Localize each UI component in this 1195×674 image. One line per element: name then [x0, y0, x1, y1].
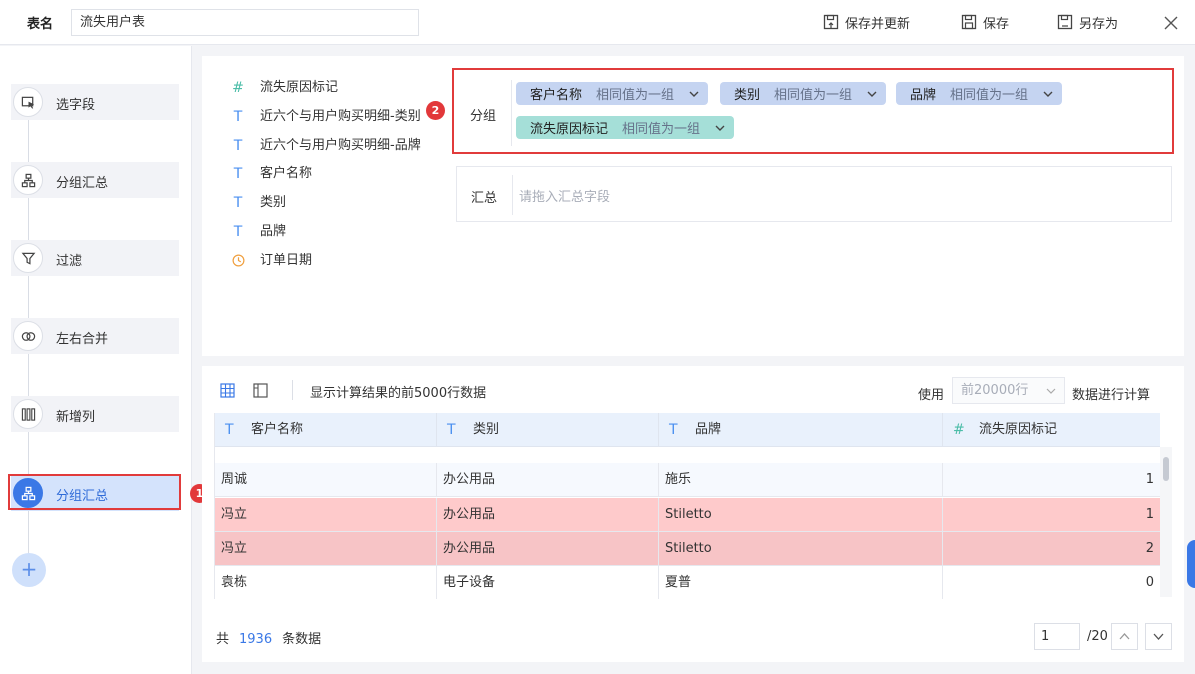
table-header: T 客户名称 T 类别 T 品牌 # 流失原因标记 [215, 413, 1160, 447]
panel-view-icon[interactable] [253, 383, 268, 398]
text-type-icon: T [225, 422, 234, 438]
column-header[interactable]: T 客户名称 [215, 413, 437, 447]
step-select-fields[interactable]: 选字段 [11, 84, 179, 120]
step-add-column[interactable]: 新增列 [11, 396, 179, 432]
annotation-highlight-box [8, 474, 181, 510]
group-summary-icon [13, 165, 43, 195]
use-label: 使用 [918, 388, 945, 403]
text-type-icon: T [233, 108, 243, 125]
select-field-icon [13, 87, 43, 117]
save-and-update-button[interactable]: 保存并更新 [823, 12, 910, 32]
table-row[interactable]: 袁栋 电子设备 夏普 0 [215, 566, 1160, 599]
next-page-button[interactable] [1145, 623, 1172, 650]
step-label: 分组汇总 [56, 176, 109, 191]
chevron-up-icon [1119, 633, 1130, 640]
summary-label: 汇总 [471, 191, 498, 206]
step-rail: 选字段 分组汇总 过滤 左右合并 新增列 分组汇总 1 + [0, 46, 209, 674]
step-label: 新增列 [56, 410, 96, 425]
table-name-input[interactable]: 流失用户表 [71, 9, 419, 36]
number-type-icon: # [953, 422, 965, 438]
save-button[interactable]: 保存 [961, 12, 1009, 32]
plus-icon: + [20, 557, 38, 581]
row-limit-select[interactable]: 前20000行 [952, 377, 1065, 404]
table-row[interactable]: 周诚 办公用品 施乐 1 [215, 463, 1160, 497]
save-as-button[interactable]: 另存为 [1057, 12, 1118, 32]
table-row-highlighted[interactable]: 冯立 办公用品 Stiletto 1 [215, 498, 1160, 532]
field-list: # 流失原因标记 T 近六个与用户购买明细-类别 T 近六个与用户购买明细-品牌 T客… [202, 74, 442, 276]
table-row-highlighted[interactable]: 冯立 办公用品 Stiletto 2 [215, 532, 1160, 566]
field-item[interactable]: T 品牌 [202, 218, 442, 247]
step-filter[interactable]: 过滤 [11, 240, 179, 276]
total-count-value: 1936 [239, 632, 273, 647]
save-and-update-label: 保存并更新 [845, 16, 911, 32]
field-item[interactable]: T 近六个与用户购买明细-品牌 [202, 132, 442, 161]
column-header[interactable]: T 品牌 [659, 413, 943, 447]
scrollbar-thumb[interactable] [1163, 457, 1169, 481]
close-icon[interactable] [1163, 15, 1179, 31]
text-type-icon: T [233, 195, 243, 212]
chevron-down-icon [1046, 388, 1056, 394]
summary-placeholder: 请拖入汇总字段 [519, 190, 611, 205]
save-as-label: 另存为 [1079, 16, 1119, 32]
text-type-icon: T [669, 422, 678, 438]
preview-panel: 显示计算结果的前5000行数据 使用 前20000行 数据进行计算 T 客户名称 … [202, 366, 1184, 662]
add-step-button[interactable]: + [12, 553, 46, 587]
annotation-highlight-box [452, 68, 1174, 154]
page-input[interactable]: 1 [1034, 623, 1080, 650]
step-merge[interactable]: 左右合并 [11, 318, 179, 354]
field-item[interactable]: 订单日期 [202, 247, 442, 276]
step-group-summary[interactable]: 分组汇总 [11, 162, 179, 198]
clock-icon [230, 247, 246, 276]
field-item[interactable]: # 流失原因标记 [202, 74, 442, 103]
config-panel: # 流失原因标记 T 近六个与用户购买明细-类别 T 近六个与用户购买明细-品牌 T客… [202, 56, 1184, 356]
column-header[interactable]: T 类别 [437, 413, 659, 447]
filter-icon [13, 243, 43, 273]
text-type-icon: T [233, 223, 243, 240]
save-label: 保存 [983, 16, 1010, 32]
save-update-icon [823, 14, 839, 30]
text-type-icon: T [447, 422, 456, 438]
field-item[interactable]: T 客户名称 [202, 160, 442, 189]
text-type-icon: T [233, 137, 243, 154]
merge-icon [13, 321, 43, 351]
table-name-label: 表名 [27, 17, 54, 32]
text-type-icon: T [233, 166, 243, 183]
add-column-icon [13, 399, 43, 429]
field-item[interactable]: T 类别 [202, 189, 442, 218]
step-label: 过滤 [56, 254, 83, 269]
chevron-down-icon [1153, 633, 1164, 640]
total-count: 共 1936 条数据 [216, 632, 322, 647]
number-type-icon: # [232, 80, 244, 96]
step-label: 左右合并 [56, 332, 109, 347]
table-scrollbar[interactable] [1160, 447, 1172, 597]
field-item[interactable]: T 近六个与用户购买明细-类别 [202, 103, 442, 132]
grid-view-icon[interactable] [220, 383, 235, 398]
summary-zone[interactable]: 汇总 请拖入汇总字段 [456, 166, 1172, 222]
result-table: T 客户名称 T 类别 T 品牌 # 流失原因标记 周诚 办公用品 施乐 1 冯立 办公用品 St… [214, 413, 1160, 599]
preview-info-text: 显示计算结果的前5000行数据 [310, 386, 487, 401]
page-total: /20 [1087, 629, 1108, 644]
calc-label: 数据进行计算 [1072, 388, 1151, 403]
column-header[interactable]: # 流失原因标记 [943, 413, 1160, 447]
header-bar: 表名 流失用户表 保存并更新 保存 另存为 [0, 0, 1195, 45]
save-as-icon [1057, 14, 1073, 30]
prev-page-button[interactable] [1111, 623, 1138, 650]
save-icon [961, 14, 977, 30]
side-expand-handle[interactable] [1187, 540, 1195, 588]
step-label: 选字段 [56, 98, 96, 113]
annotation-badge-2: 2 [426, 101, 445, 120]
